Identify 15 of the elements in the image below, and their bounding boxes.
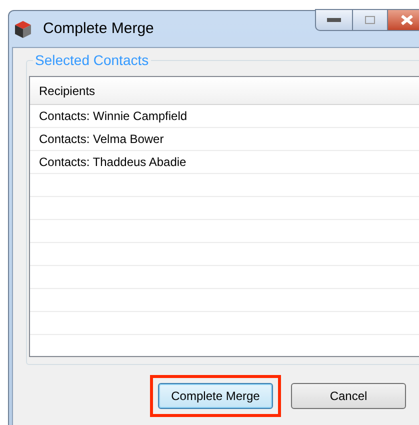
recipient-row[interactable]: Contacts: Velma Bower xyxy=(30,128,419,151)
dialog-button[interactable]: Cancel xyxy=(291,383,406,409)
group-title: Selected Contacts xyxy=(33,52,151,68)
recipient-row[interactable]: Contacts: Thaddeus Abadie xyxy=(30,151,419,174)
minimize-icon xyxy=(327,18,341,22)
recipient-row[interactable]: Contacts: Winnie Campfield xyxy=(30,105,419,128)
window-title: Complete Merge xyxy=(43,18,154,39)
maximize-icon xyxy=(365,16,375,24)
maximize-button[interactable] xyxy=(353,9,387,31)
close-button[interactable] xyxy=(387,9,419,31)
column-header[interactable]: Recipients xyxy=(30,77,419,104)
dialog-button[interactable]: Complete Merge xyxy=(158,383,273,409)
close-icon xyxy=(401,15,413,25)
minimize-button[interactable] xyxy=(315,9,353,31)
cube-icon xyxy=(13,19,33,39)
